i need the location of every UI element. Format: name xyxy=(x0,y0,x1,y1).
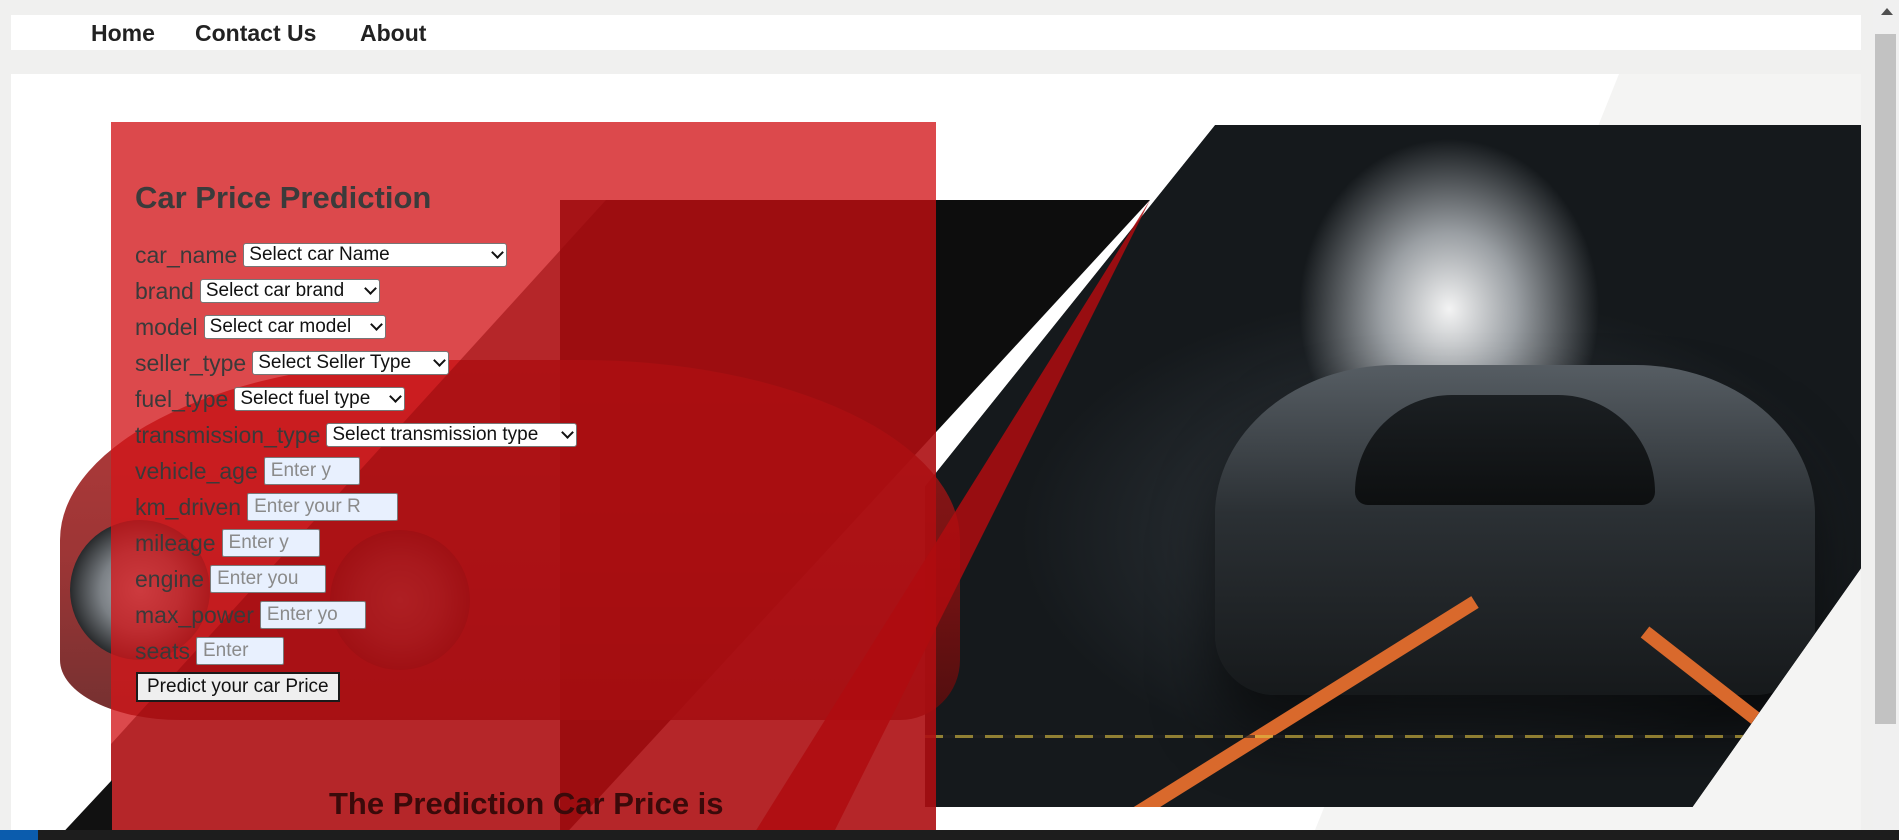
seller-type-label: seller_type xyxy=(135,349,247,376)
field-seller-type: seller_type Select Seller Type xyxy=(135,348,450,378)
nav-home-link[interactable]: Home xyxy=(91,20,155,46)
max-power-label: max_power xyxy=(135,601,254,628)
field-mileage: mileage Enter y xyxy=(135,528,320,558)
vehicle-age-label: vehicle_age xyxy=(135,457,258,484)
top-navbar: Home Contact Us About xyxy=(11,15,1861,50)
field-car-name: car_name Select car Name xyxy=(135,240,508,270)
field-model: model Select car model xyxy=(135,312,386,342)
brand-label: brand xyxy=(135,277,194,304)
transmission-type-label: transmission_type xyxy=(135,421,321,448)
scroll-up-arrow-icon[interactable] xyxy=(1881,8,1893,15)
field-vehicle-age: vehicle_age Enter y xyxy=(135,456,360,486)
engine-input[interactable]: Enter you xyxy=(210,565,327,593)
model-label: model xyxy=(135,313,198,340)
chevron-down-icon xyxy=(389,390,403,403)
hero-car-cockpit xyxy=(1355,395,1655,505)
fuel-type-select[interactable]: Select fuel type xyxy=(234,387,406,411)
field-km-driven: km_driven Enter your R xyxy=(135,492,399,522)
floor-hazard-line xyxy=(925,735,1861,738)
fuel-type-select-value: Select fuel type xyxy=(240,388,371,409)
km-driven-label: km_driven xyxy=(135,493,242,520)
car-name-select[interactable]: Select car Name xyxy=(243,243,508,267)
transmission-type-select[interactable]: Select transmission type xyxy=(326,423,578,447)
scrollbar-thumb[interactable] xyxy=(1875,34,1896,724)
field-transmission-type: transmission_type Select transmission ty… xyxy=(135,420,578,450)
fuel-type-label: fuel_type xyxy=(135,385,229,412)
os-taskbar xyxy=(0,830,1899,840)
vehicle-age-input[interactable]: Enter y xyxy=(263,457,360,485)
model-select[interactable]: Select car model xyxy=(203,315,386,339)
seats-label: seats xyxy=(135,637,190,664)
chevron-down-icon xyxy=(491,246,505,259)
transmission-type-select-value: Select transmission type xyxy=(332,424,539,445)
field-max-power: max_power Enter yo xyxy=(135,600,366,630)
mileage-input[interactable]: Enter y xyxy=(221,529,320,557)
model-select-value: Select car model xyxy=(209,316,352,337)
brand-select-value: Select car brand xyxy=(205,280,345,301)
seller-type-select-value: Select Seller Type xyxy=(258,352,412,373)
chevron-down-icon xyxy=(433,354,447,367)
seats-input[interactable]: Enter xyxy=(195,637,284,665)
page-scrollbar[interactable] xyxy=(1873,0,1899,840)
mileage-label: mileage xyxy=(135,529,216,556)
taskbar-start-area[interactable] xyxy=(0,830,38,840)
field-brand: brand Select car brand xyxy=(135,276,380,306)
field-seats: seats Enter xyxy=(135,636,284,666)
form-title: Car Price Prediction xyxy=(135,180,432,215)
nav-contact-us-link[interactable]: Contact Us xyxy=(195,20,316,46)
field-fuel-type: fuel_type Select fuel type xyxy=(135,384,406,414)
engine-label: engine xyxy=(135,565,205,592)
brand-select[interactable]: Select car brand xyxy=(199,279,380,303)
car-name-label: car_name xyxy=(135,241,238,268)
nav-about-link[interactable]: About xyxy=(360,20,426,46)
prediction-result-heading: The Prediction Car Price is xyxy=(329,786,724,821)
predict-price-button[interactable]: Predict your car Price xyxy=(136,672,340,702)
seller-type-select[interactable]: Select Seller Type xyxy=(252,351,450,375)
chevron-down-icon xyxy=(369,318,383,331)
km-driven-input[interactable]: Enter your R xyxy=(247,493,399,521)
chevron-down-icon xyxy=(561,426,575,439)
field-engine: engine Enter you xyxy=(135,564,327,594)
chevron-down-icon xyxy=(363,282,377,295)
car-name-select-value: Select car Name xyxy=(249,244,390,265)
max-power-input[interactable]: Enter yo xyxy=(259,601,366,629)
